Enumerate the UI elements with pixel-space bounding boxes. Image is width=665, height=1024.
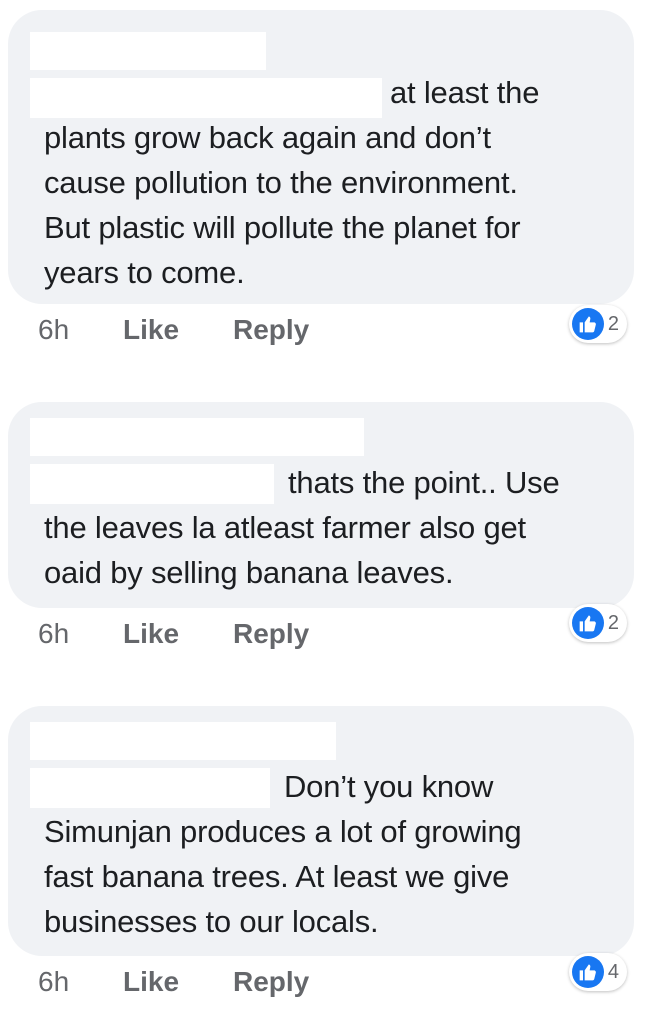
comment-bubble: thats the point.. Use the leaves la atle… <box>8 402 634 608</box>
redacted-author-name <box>30 418 364 456</box>
reply-button[interactable]: Reply <box>233 618 309 650</box>
comment-text: thats the point.. Use the leaves la atle… <box>44 460 610 595</box>
reaction-badge[interactable]: 4 <box>568 953 627 991</box>
comment-line: years to come. <box>44 255 245 290</box>
timestamp: 6h <box>38 966 70 997</box>
comment-line: fast banana trees. At least we give <box>44 859 510 894</box>
comment-actions: 6h Like Reply <box>38 310 309 350</box>
comment-text: Don’t you know Simunjan produces a lot o… <box>44 764 610 944</box>
comment-line: businesses to our locals. <box>44 904 379 939</box>
comment-bubble: Don’t you know Simunjan produces a lot o… <box>8 706 634 956</box>
reaction-badge[interactable]: 2 <box>568 604 627 642</box>
comment-line: cause pollution to the environment. <box>44 165 518 200</box>
timestamp: 6h <box>38 618 70 649</box>
comment-line: Don’t you know <box>284 769 494 804</box>
comment-line: oaid by selling banana leaves. <box>44 555 454 590</box>
like-button[interactable]: Like <box>123 966 233 998</box>
redacted-author-name <box>30 32 266 70</box>
thumbs-up-icon <box>571 607 604 639</box>
reply-button[interactable]: Reply <box>233 314 309 346</box>
like-button[interactable]: Like <box>123 618 233 650</box>
comment-line: the leaves la atleast farmer also get <box>44 510 526 545</box>
comment-actions: 6h Like Reply <box>38 962 309 1002</box>
reaction-count: 2 <box>607 312 619 335</box>
thumbs-up-icon <box>571 308 604 340</box>
comment-line: Simunjan produces a lot of growing <box>44 814 522 849</box>
reaction-count: 4 <box>607 960 619 983</box>
comment-line: plants grow back again and don’t <box>44 120 491 155</box>
timestamp: 6h <box>38 314 70 345</box>
thumbs-up-icon <box>571 956 604 988</box>
like-button[interactable]: Like <box>123 314 233 346</box>
comment-line: at least the <box>390 75 540 110</box>
comment-line: thats the point.. Use <box>288 465 560 500</box>
comment-actions: 6h Like Reply <box>38 614 309 654</box>
redacted-author-name <box>30 722 336 760</box>
reply-button[interactable]: Reply <box>233 966 309 998</box>
reaction-badge[interactable]: 2 <box>568 305 627 343</box>
comment-bubble: at least the plants grow back again and … <box>8 10 634 304</box>
comment-line: But plastic will pollute the planet for <box>44 210 521 245</box>
comment-text: at least the plants grow back again and … <box>44 70 610 295</box>
reaction-count: 2 <box>607 611 619 634</box>
